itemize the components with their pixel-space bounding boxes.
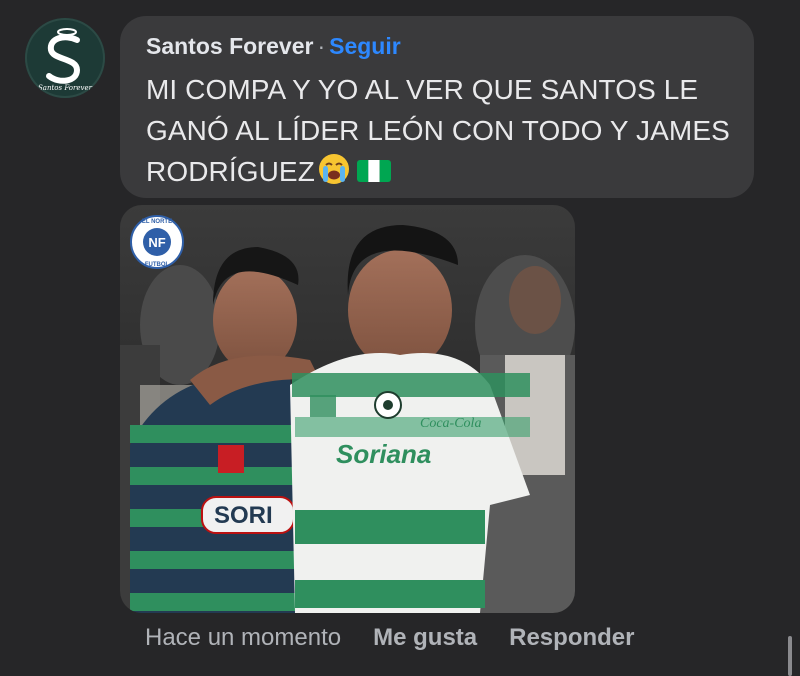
page-avatar[interactable]: Santos Forever [25, 18, 105, 98]
watermark-monogram: NF [148, 235, 165, 250]
author-name[interactable]: Santos Forever [146, 33, 313, 59]
comment-photo[interactable]: SORI Soriana Coca-Cola NF EL NORTE FUTBO… [120, 205, 575, 613]
watermark-top-text: EL NORTE [142, 219, 172, 225]
follow-button[interactable]: Seguir [329, 33, 401, 59]
like-button[interactable]: Me gusta [373, 624, 477, 651]
scrollbar[interactable] [788, 636, 792, 676]
loudly-crying-face-icon [318, 154, 349, 184]
author-line: Santos Forever · Seguir [146, 33, 401, 60]
separator-dot: · [317, 33, 326, 59]
timestamp: Hace un momento [145, 624, 342, 651]
santos-logo-icon: Santos Forever [38, 28, 93, 92]
comment-body: MI COMPA Y YO AL VER QUE SANTOS LE GANÓ … [146, 74, 730, 187]
watermark-bottom-text: FUTBOL [145, 262, 170, 268]
comment-bubble: Santos Forever · Seguir MI COMPA Y YO AL V… [120, 16, 754, 198]
avatar-brand-text: Santos Forever [38, 84, 93, 92]
jersey-brand: Coca-Cola [420, 416, 481, 431]
el-norte-futbol-logo-icon: NF EL NORTE FUTBOL [130, 215, 184, 269]
reply-button[interactable]: Responder [509, 624, 634, 651]
jersey-sponsor-cropped: SORI [214, 502, 273, 529]
comment-text: MI COMPA Y YO AL VER QUE SANTOS LE GANÓ … [146, 69, 746, 192]
jersey-sponsor: Soriana [336, 439, 431, 469]
photo-illustration: SORI Soriana Coca-Cola NF EL NORTE FUTBO… [120, 205, 575, 613]
nigeria-flag-icon [356, 160, 391, 182]
comment-actions: Hace un momento Me gusta Responder [145, 624, 634, 652]
